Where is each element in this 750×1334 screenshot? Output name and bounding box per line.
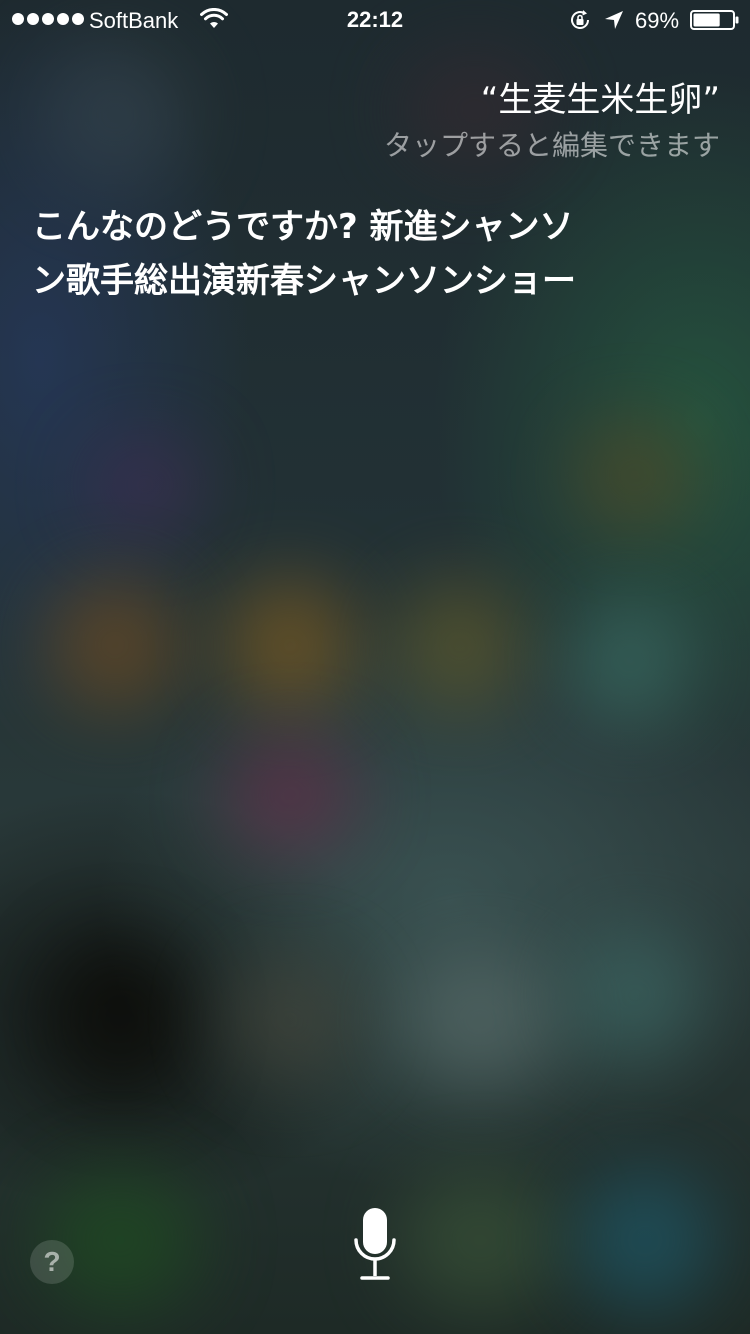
user-query-text[interactable]: “生麦生米生卵” <box>481 72 720 121</box>
tap-to-edit-hint[interactable]: タップすると編集できます <box>384 124 720 164</box>
blurred-dock-icon <box>575 1170 715 1310</box>
blurred-app-icon <box>570 600 690 720</box>
blurred-app-icon <box>225 740 355 850</box>
orientation-lock-icon <box>571 10 590 29</box>
blurred-app-icon <box>50 940 190 1100</box>
blurred-app-icon <box>50 580 180 710</box>
blurred-app-icon <box>400 950 560 1090</box>
siri-response-text: こんなのどうですか? 新進シャンソン歌手総出演新春シャンソンショー <box>32 207 576 301</box>
microphone-icon[interactable] <box>352 1206 398 1282</box>
blurred-app-icon <box>40 40 190 190</box>
blurred-dock-icon <box>400 1170 560 1310</box>
blurred-app-icon <box>395 580 525 710</box>
blurred-app-icon <box>575 420 695 530</box>
battery-percentage: 69% <box>635 8 680 33</box>
blurred-app-icon <box>225 580 355 710</box>
blurred-app-icon <box>570 930 700 1060</box>
battery-icon <box>690 10 739 30</box>
status-bar: SoftBank 22:12 69% <box>0 0 750 40</box>
help-button[interactable]: ? <box>30 1240 74 1284</box>
blurred-app-icon <box>90 440 200 530</box>
blurred-dock-icon <box>40 1170 200 1310</box>
location-arrow-icon <box>605 11 623 29</box>
blurred-app-icon <box>225 960 355 1080</box>
